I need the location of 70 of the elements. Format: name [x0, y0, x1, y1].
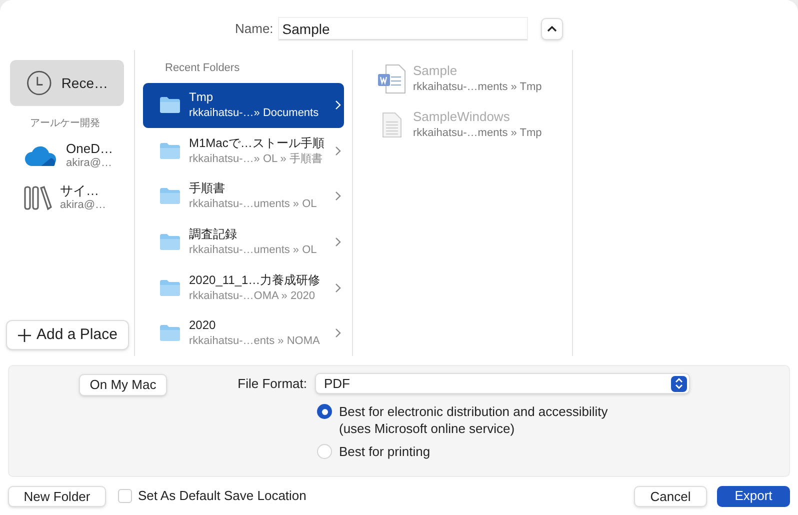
- checkbox[interactable]: [118, 489, 132, 503]
- chevron-right-icon: [335, 100, 341, 110]
- radio-label: Best for printing: [339, 443, 430, 460]
- folder-icon: [159, 187, 181, 206]
- chevron-right-icon: [335, 328, 341, 338]
- clock-icon: [26, 68, 52, 98]
- file-path: rkkaihatsu-…ments » Tmp: [413, 126, 542, 141]
- folder-path: rkkaihatsu-…OMA » 2020: [189, 288, 316, 304]
- folder-path: rkkaihatsu-…ents » NOMA: [189, 334, 321, 350]
- file-item[interactable]: SampleWindows rkkaihatsu-…ments » Tmp: [377, 106, 572, 144]
- sidebar-item[interactable]: サイ… akira@…: [10, 177, 124, 219]
- folder-path: rkkaihatsu-…uments » OL: [189, 197, 318, 212]
- folder-icon: [159, 324, 181, 342]
- caret-up-icon: [547, 26, 558, 32]
- sidebar-item[interactable]: OneD… akira@…: [10, 135, 124, 177]
- folder-item[interactable]: 2020 rkkaihatsu-…ents » NOMA: [143, 310, 344, 356]
- radio-button[interactable]: [317, 444, 332, 459]
- sidebar-group-title: アールケー開発: [29, 117, 101, 131]
- sidebar-item[interactable]: Rece…: [10, 60, 124, 106]
- folder-item[interactable]: 2020_11_1…力養成研修 rkkaihatsu-…OMA » 2020: [143, 264, 344, 310]
- sidebar-item-title: サイ…: [60, 183, 100, 198]
- chevron-right-icon: [335, 146, 341, 156]
- radio-note: (uses Microsoft online service): [339, 420, 516, 437]
- folder-item[interactable]: 調査記録 rkkaihatsu-…uments » OL: [143, 219, 344, 265]
- folder-path: rkkaihatsu-…uments » OL: [189, 243, 318, 258]
- file-path: rkkaihatsu-…ments » Tmp: [413, 80, 542, 95]
- checkbox-label: Set As Default Save Location: [138, 487, 306, 506]
- sidebar-item-subtitle: akira@…: [66, 156, 113, 171]
- sidebar-item-subtitle: akira@…: [60, 198, 106, 213]
- folder-icon: [159, 233, 181, 252]
- file-item[interactable]: Sample rkkaihatsu-…ments » Tmp: [377, 60, 572, 98]
- chevron-right-icon: [335, 191, 341, 202]
- folder-path: rkkaihatsu-…» OL » 手順書: [189, 152, 324, 167]
- file-format-label: File Format:: [236, 374, 307, 393]
- word-document-icon: [377, 64, 407, 94]
- folder-name: 手順書: [189, 180, 225, 196]
- name-field[interactable]: Sample: [279, 18, 528, 40]
- folder-item[interactable]: Tmp rkkaihatsu-…» Documents: [143, 82, 344, 128]
- folder-name: Tmp: [189, 89, 213, 106]
- on-my-mac-button[interactable]: On My Mac: [78, 374, 168, 396]
- cancel-button[interactable]: Cancel: [634, 486, 707, 506]
- folder-icon: [159, 142, 181, 160]
- folder-name: 調査記録: [189, 226, 237, 242]
- name-label: Name:: [235, 20, 274, 38]
- file-name: Sample: [413, 63, 458, 79]
- library-icon: [24, 185, 52, 211]
- add-place-button[interactable]: Add a Place: [6, 320, 129, 350]
- export-button[interactable]: Export: [717, 486, 790, 506]
- radio-label: Best for electronic distribution and accessibility: [339, 403, 608, 420]
- file-name: SampleWindows: [413, 109, 511, 125]
- expand-toggle[interactable]: [541, 18, 564, 40]
- folder-item[interactable]: 手順書 rkkaihatsu-…uments » OL: [143, 174, 344, 220]
- chevron-right-icon: [335, 237, 341, 248]
- sidebar-item-title: OneD…: [66, 141, 113, 156]
- section-title: Recent Folders: [164, 61, 241, 76]
- file-format-select[interactable]: PDF: [315, 373, 690, 394]
- stepper-icon: [671, 376, 687, 392]
- plus-icon: [18, 328, 31, 342]
- folder-path: rkkaihatsu-…» Documents: [189, 106, 320, 122]
- document-icon: [382, 112, 402, 138]
- radio-button[interactable]: [317, 404, 332, 419]
- cloud-icon: [24, 145, 58, 167]
- folder-name: 2020: [189, 317, 216, 334]
- folder-icon: [159, 96, 181, 114]
- folder-item[interactable]: M1Macで…ストール手順 rkkaihatsu-…» OL » 手順書: [143, 128, 344, 174]
- new-folder-button[interactable]: New Folder: [8, 486, 106, 506]
- folder-icon: [159, 278, 181, 297]
- folder-name: 2020_11_1…力養成研修: [189, 272, 320, 288]
- chevron-right-icon: [335, 282, 341, 293]
- folder-name: M1Macで…ストール手順: [189, 134, 324, 151]
